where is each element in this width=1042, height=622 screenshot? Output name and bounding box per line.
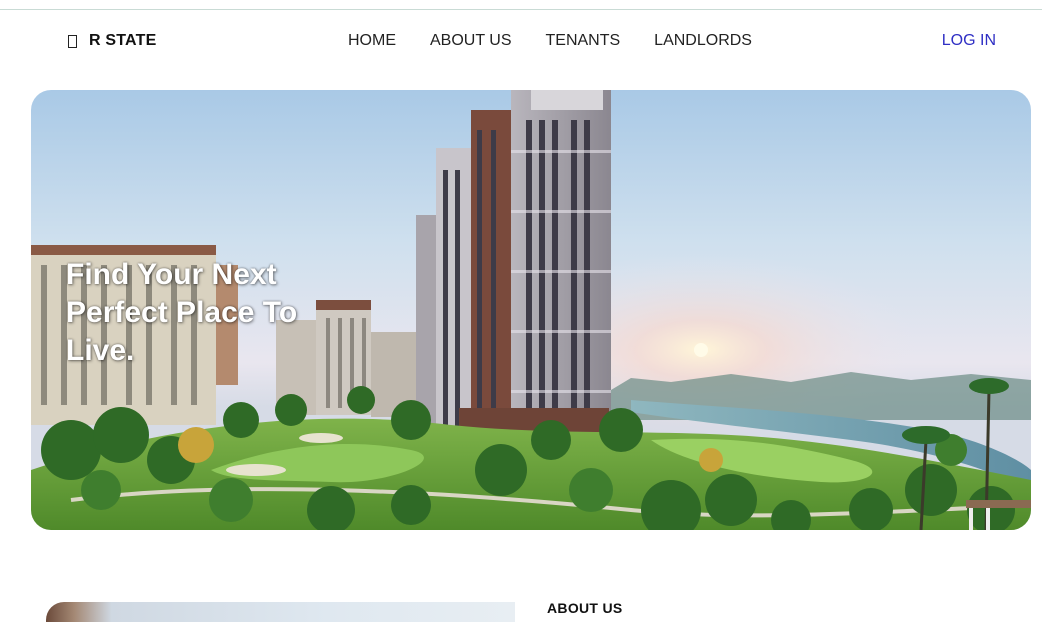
nav-home[interactable]: HOME [348, 32, 396, 50]
login-link[interactable]: LOG IN [942, 32, 996, 50]
hero-title: Find Your Next Perfect Place To Live. [66, 258, 298, 367]
navbar: R STATE HOME ABOUT US TENANTS LANDLORDS … [0, 10, 1042, 72]
nav-tenants[interactable]: TENANTS [546, 32, 621, 50]
main-nav: HOME ABOUT US TENANTS LANDLORDS [348, 32, 786, 50]
building-icon [68, 34, 77, 48]
about-section: ABOUT US [0, 590, 1042, 622]
brand-logo-link[interactable]: R STATE [68, 32, 156, 50]
brand-name: R STATE [89, 32, 157, 49]
about-heading: ABOUT US [547, 600, 623, 616]
nav-about-us[interactable]: ABOUT US [430, 32, 512, 50]
nav-landlords[interactable]: LANDLORDS [654, 32, 752, 50]
about-image [46, 602, 515, 622]
hero-banner: Find Your Next Perfect Place To Live. [31, 90, 1031, 530]
